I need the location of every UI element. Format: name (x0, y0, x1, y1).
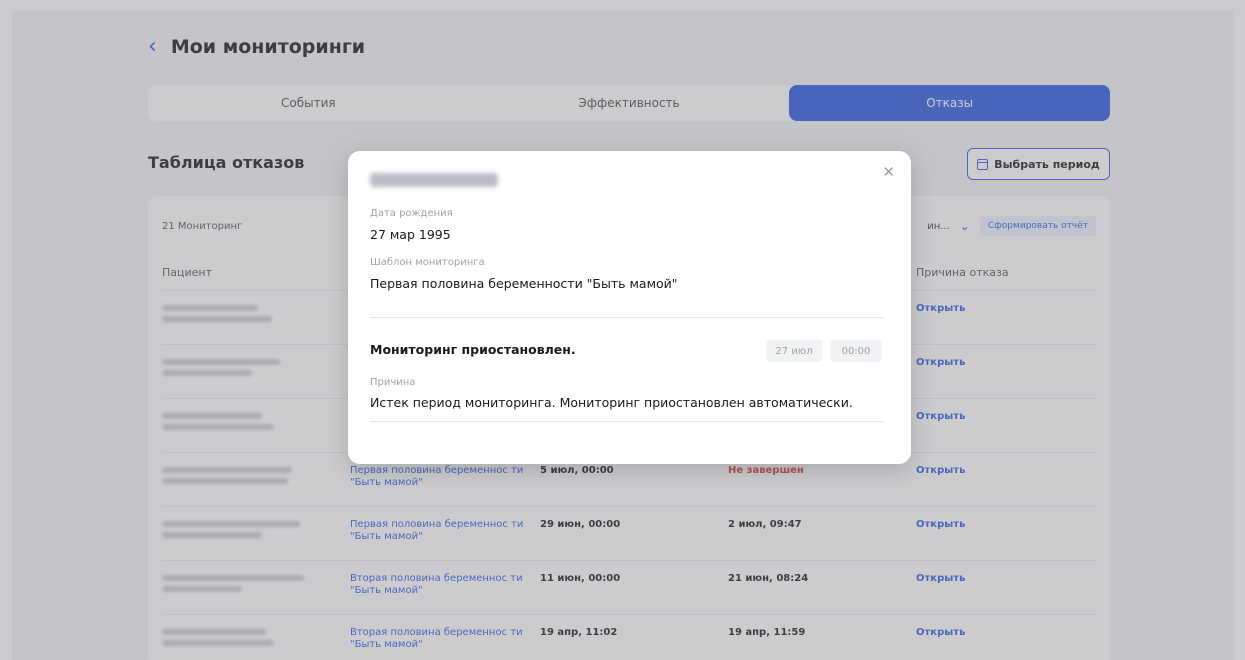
patient-name-blurred (370, 173, 498, 187)
template-label: Шаблон мониторинга (370, 257, 485, 268)
reason-value: Истек период мониторинга. Мониторинг при… (370, 395, 853, 410)
status-time-chip: 00:00 (830, 340, 882, 362)
template-value: Первая половина беременности "Быть мамой… (370, 276, 678, 291)
patient-monitoring-modal: ✕ Дата рождения 27 мар 1995 Шаблон монит… (348, 151, 911, 464)
birth-date-value: 27 мар 1995 (370, 227, 451, 242)
divider (370, 421, 884, 422)
birth-date-label: Дата рождения (370, 208, 453, 219)
divider (370, 317, 884, 318)
status-date-chip: 27 июл (766, 340, 822, 362)
close-icon[interactable]: ✕ (882, 163, 895, 181)
monitoring-status: Мониторинг приостановлен. (370, 342, 576, 357)
reason-label: Причина (370, 377, 416, 388)
